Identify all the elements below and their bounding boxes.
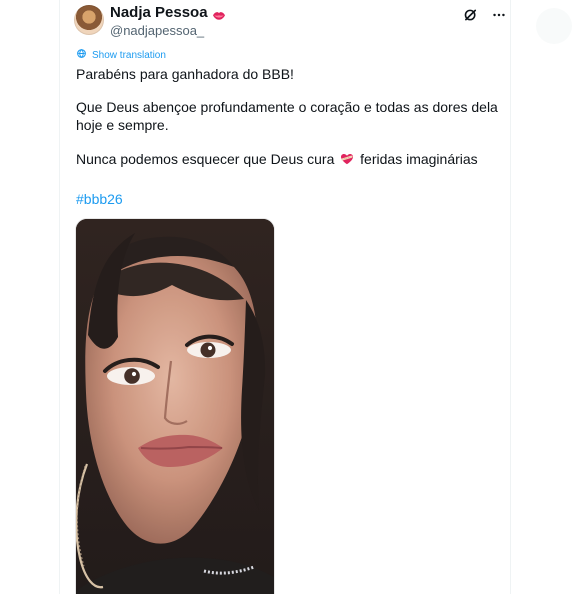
heart-bandage-icon [340,151,354,165]
avatar[interactable] [74,5,104,35]
tweet-paragraph-3: Nunca podemos esquecer que Deus cura fer… [76,150,501,168]
side-avatar-ghost [536,8,572,44]
translation-label: Show translation [92,49,166,61]
page: Nadja Pessoa @nadjapessoa_ Show translat… [0,0,580,594]
tweet-paragraph-3-end: feridas imaginárias [356,151,478,167]
handle[interactable]: @nadjapessoa_ [110,23,226,38]
translation-icon [76,48,87,63]
tweet-photo[interactable] [75,218,275,594]
right-divider [510,0,511,594]
tweet-paragraph-2: Que Deus abençoe profundamente o coração… [76,99,498,133]
tweet-paragraph-1: Parabéns para ganhadora do BBB! [76,66,294,82]
more-icon[interactable] [490,6,508,24]
display-name[interactable]: Nadja Pessoa [110,5,208,21]
tweet-text: Parabéns para ganhadora do BBB! Que Deus… [76,65,501,168]
lips-icon [212,8,226,20]
name-row: Nadja Pessoa [110,5,226,21]
show-translation[interactable]: Show translation [76,48,166,63]
left-divider [59,0,60,594]
hashtag-link[interactable]: #bbb26 [76,190,123,208]
tweet-paragraph-3-start: Nunca podemos esquecer que Deus cura [76,151,339,167]
tweet-actions [462,6,508,24]
grok-icon[interactable] [462,6,480,24]
tweet-header: Nadja Pessoa @nadjapessoa_ [110,5,226,38]
